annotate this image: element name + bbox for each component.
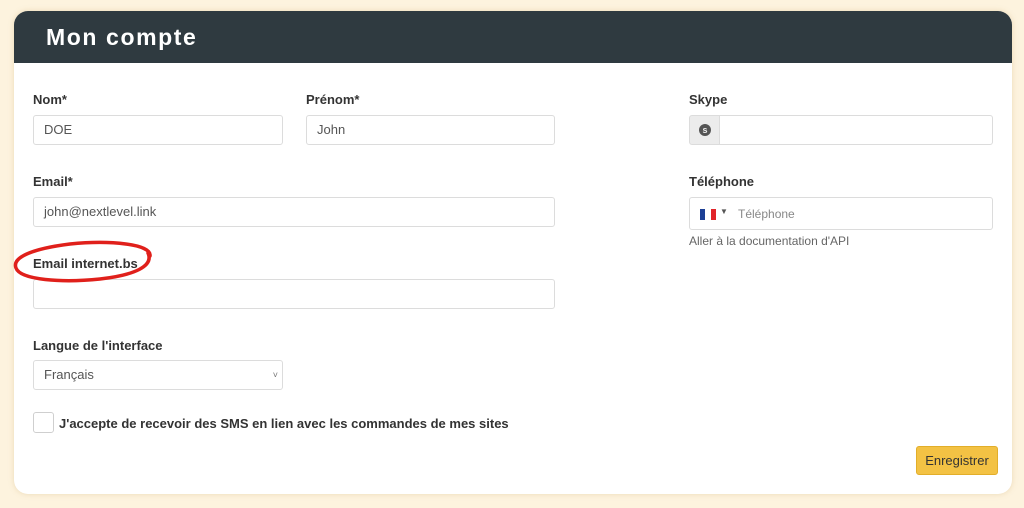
prenom-input[interactable]: John: [306, 115, 555, 145]
api-doc-link[interactable]: Aller à la documentation d'API: [689, 234, 849, 248]
skype-input[interactable]: [719, 115, 993, 145]
card-header: Mon compte: [14, 11, 1012, 63]
telephone-placeholder: Téléphone: [738, 207, 795, 221]
email-internet-bs-label: Email internet.bs: [33, 256, 138, 271]
fr-flag-icon[interactable]: [700, 209, 716, 220]
prenom-label: Prénom*: [306, 92, 360, 107]
skype-icon: s: [699, 124, 711, 136]
chevron-down-icon: ˅: [272, 370, 278, 380]
nom-input[interactable]: DOE: [33, 115, 283, 145]
email-input[interactable]: john@nextlevel.link: [33, 197, 555, 227]
langue-label: Langue de l'interface: [33, 338, 163, 353]
email-internet-bs-input[interactable]: [33, 279, 555, 309]
skype-addon: s: [689, 115, 720, 145]
langue-selected-value: Français: [44, 367, 94, 382]
page-title: Mon compte: [46, 24, 198, 50]
skype-label: Skype: [689, 92, 728, 107]
caret-down-icon[interactable]: ▼: [720, 207, 728, 216]
langue-select[interactable]: Français ˅: [33, 360, 283, 390]
telephone-input[interactable]: ▼ Téléphone: [689, 197, 993, 230]
telephone-label: Téléphone: [689, 174, 755, 189]
save-button[interactable]: Enregistrer: [916, 446, 998, 475]
email-label: Email*: [33, 174, 73, 189]
sms-consent-label: J'accepte de recevoir des SMS en lien av…: [59, 416, 509, 431]
account-card: Mon compte Nom* DOE Prénom* John Email* …: [14, 11, 1012, 494]
nom-label: Nom*: [33, 92, 67, 107]
sms-consent-checkbox[interactable]: [33, 412, 54, 433]
